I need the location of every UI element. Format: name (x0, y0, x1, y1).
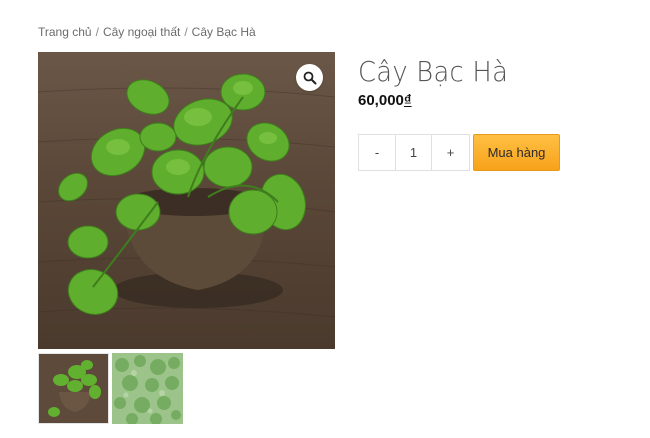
quantity-stepper: - 1 + (358, 134, 470, 171)
breadcrumb: Trang chủ / Cây ngoại thất / Cây Bạc Hà (38, 25, 256, 39)
quantity-decrease-button[interactable]: - (359, 135, 396, 170)
product-price: 60,000₫ (358, 92, 412, 109)
breadcrumb-current: Cây Bạc Hà (191, 25, 256, 39)
product-thumbnail-2[interactable] (112, 353, 183, 424)
mint-garden-thumbnail (112, 353, 183, 424)
quantity-input[interactable]: 1 (396, 135, 432, 170)
add-to-cart-button[interactable]: Mua hàng (473, 134, 560, 171)
quantity-increase-button[interactable]: + (432, 135, 469, 170)
price-value: 60,000 (358, 92, 404, 109)
zoom-button[interactable] (296, 64, 323, 91)
breadcrumb-separator: / (95, 25, 99, 39)
breadcrumb-home-link[interactable]: Trang chủ (38, 25, 92, 39)
breadcrumb-separator: / (184, 25, 188, 39)
product-main-image[interactable] (38, 52, 335, 349)
product-thumbnail-1[interactable] (38, 353, 109, 424)
breadcrumb-category-link[interactable]: Cây ngoại thất (103, 25, 180, 39)
currency-symbol: ₫ (403, 92, 412, 109)
mint-pot-thumbnail (39, 354, 108, 423)
mint-plant-photo (38, 73, 335, 318)
magnifier-icon (303, 71, 316, 84)
product-title: Cây Bạc Hà (358, 55, 509, 88)
